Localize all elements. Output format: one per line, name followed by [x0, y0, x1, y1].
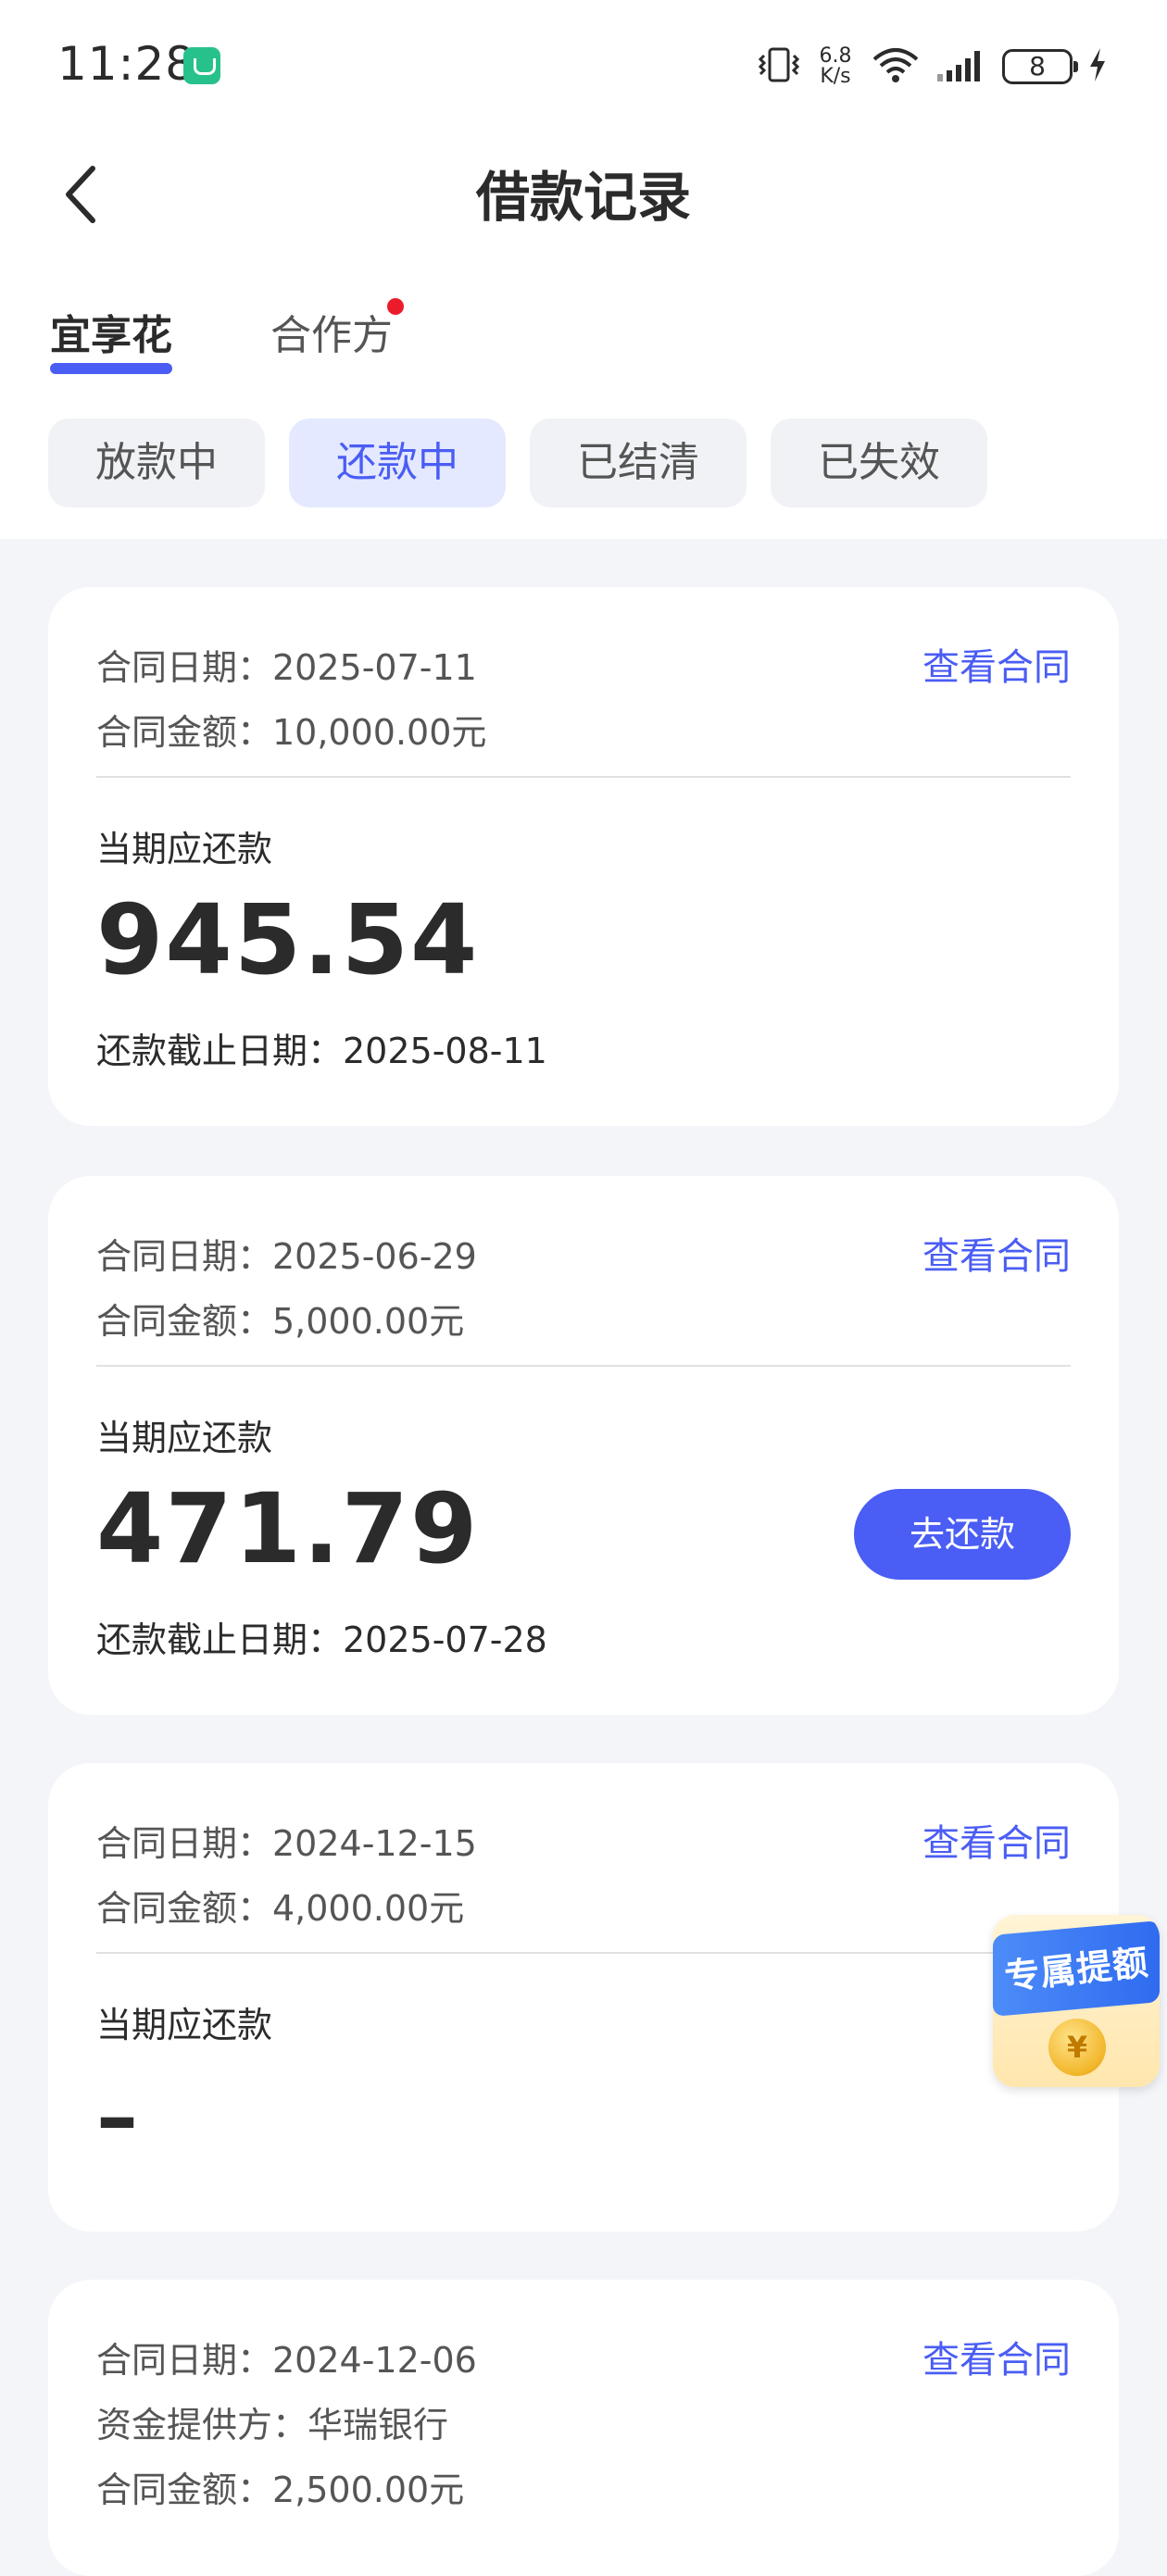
network-speed-value: 6.8: [819, 44, 852, 68]
contract-date: 合同日期：2024-12-06: [96, 2340, 477, 2381]
contract-amount: 合同金额：4,000.00元: [96, 1888, 465, 1929]
fund-provider: 资金提供方：华瑞银行: [96, 2405, 449, 2445]
due-label: 当期应还款: [96, 1418, 273, 1458]
status-icons: 6.8 K/s 8: [758, 41, 1108, 93]
contract-amount: 合同金额：10,000.00元: [96, 712, 487, 753]
charging-icon: [1087, 46, 1108, 87]
tab-partner[interactable]: 合作方: [270, 302, 393, 361]
loan-record-card: 合同日期：2025-06-29 查看合同 合同金额：5,000.00元 当期应还…: [48, 1176, 1119, 1715]
filter-disbursing[interactable]: 放款中: [48, 419, 265, 507]
view-contract-link[interactable]: 查看合同: [922, 637, 1071, 691]
view-contract-link[interactable]: 查看合同: [922, 2330, 1071, 2383]
card-divider: [96, 1365, 1071, 1367]
filter-settled[interactable]: 已结清: [530, 419, 747, 507]
active-tab-indicator: [50, 363, 172, 374]
wifi-icon: [871, 46, 921, 87]
filter-repaying[interactable]: 还款中: [289, 419, 506, 507]
network-speed-unit: K/s: [820, 65, 851, 88]
notification-dot: [387, 298, 404, 315]
exclusive-limit-promo[interactable]: 专属提额 ¥: [993, 1915, 1160, 2087]
due-amount: 471.79: [96, 1472, 480, 1585]
repay-button[interactable]: 去还款: [854, 1489, 1071, 1580]
status-bar: 11:28 6.8 K/s 8: [0, 0, 1167, 134]
loan-record-card: 合同日期：2025-07-11 查看合同 合同金额：10,000.00元 当期应…: [48, 587, 1119, 1126]
network-speed: 6.8 K/s: [815, 46, 856, 87]
battery-indicator: 8: [1002, 49, 1078, 84]
due-amount: –: [96, 2069, 140, 2166]
loan-record-card: 合同日期：2024-12-06 查看合同 资金提供方：华瑞银行 合同金额：2,5…: [48, 2280, 1119, 2576]
due-amount: 945.54: [96, 883, 480, 996]
status-time: 11:28: [57, 37, 196, 91]
filter-expired[interactable]: 已失效: [771, 419, 987, 507]
contract-amount: 合同金额：5,000.00元: [96, 1301, 465, 1342]
tab-yixianghua[interactable]: 宜享花: [50, 302, 172, 361]
contract-date: 合同日期：2025-06-29: [96, 1236, 477, 1277]
card-divider: [96, 776, 1071, 778]
contract-amount: 合同金额：2,500.00元: [96, 2470, 465, 2510]
coin-icon: ¥: [1048, 2019, 1106, 2076]
vibrate-icon: [758, 46, 800, 87]
due-label: 当期应还款: [96, 829, 273, 869]
page-title: 借款记录: [475, 166, 691, 229]
contract-date: 合同日期：2025-07-11: [96, 647, 477, 688]
repay-deadline: 还款截止日期：2025-08-11: [96, 1031, 547, 1071]
card-divider: [96, 1952, 1071, 1954]
due-label: 当期应还款: [96, 2005, 273, 2045]
loan-record-card: 合同日期：2024-12-15 查看合同 合同金额：4,000.00元 当期应还…: [48, 1763, 1119, 2232]
contract-date: 合同日期：2024-12-15: [96, 1823, 477, 1864]
view-contract-link[interactable]: 查看合同: [922, 1813, 1071, 1867]
signal-icon: [935, 46, 987, 87]
app-notification-icon: [183, 47, 220, 84]
repay-deadline: 还款截止日期：2025-07-28: [96, 1619, 547, 1660]
view-contract-link[interactable]: 查看合同: [922, 1226, 1071, 1280]
